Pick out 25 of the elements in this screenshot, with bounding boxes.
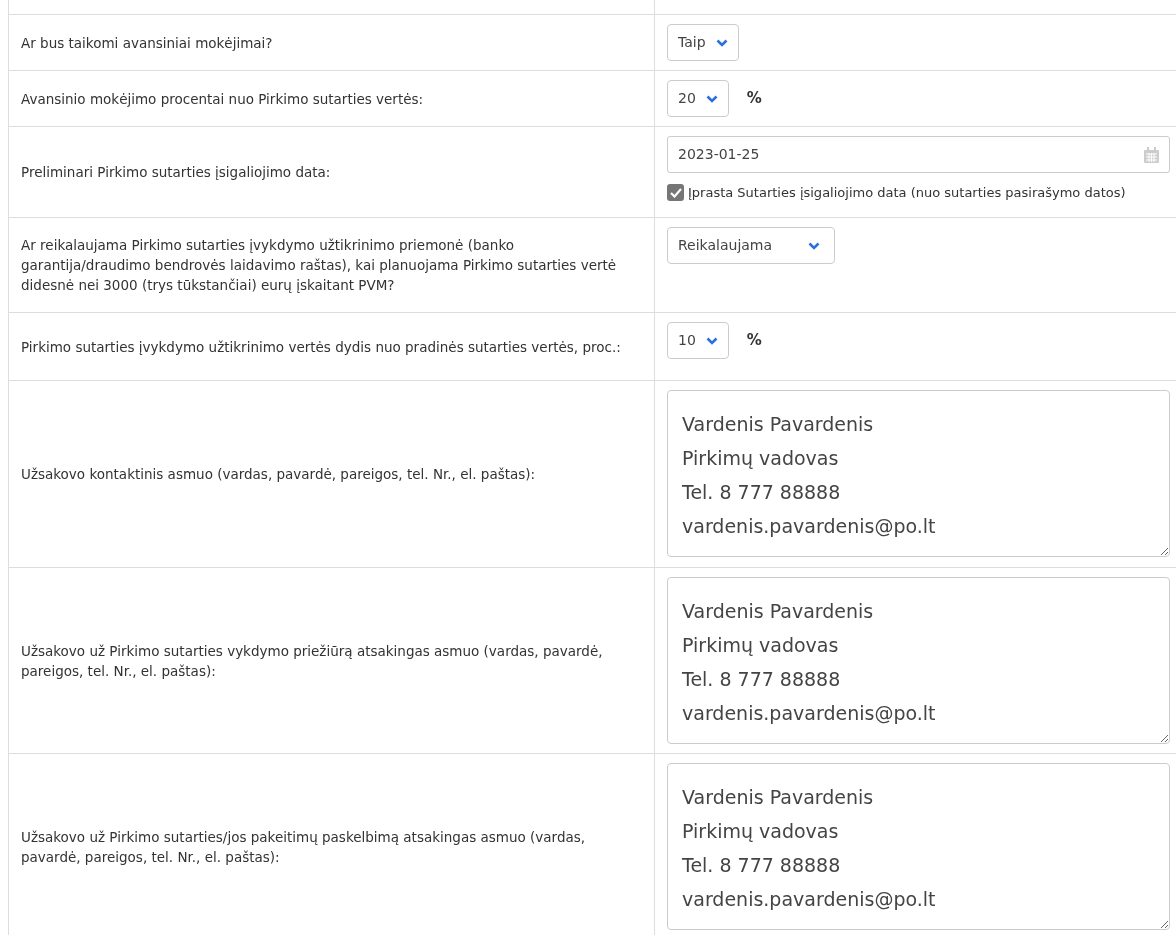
text-area[interactable]: Vardenis Pavardenis Pirkimų vadovas Tel. 8 777 88888 vardenis.pavardenis@po.lt bbox=[667, 577, 1170, 744]
checkbox[interactable] bbox=[667, 184, 684, 202]
select-field[interactable]: 10 bbox=[667, 322, 729, 359]
field-label: Ar bus taikomi avansiniai mokėjimai? bbox=[21, 33, 273, 53]
checkbox-label: Įprasta Sutarties įsigaliojimo data (nuo sutarties pasirašymo datos) bbox=[688, 184, 1126, 202]
date-field[interactable]: 2023-01-25 bbox=[667, 136, 1170, 173]
chevron-down-icon bbox=[705, 94, 718, 103]
percent-unit: % bbox=[746, 88, 762, 110]
select-field[interactable]: 20 bbox=[667, 80, 729, 117]
field-label: Užsakovo už Pirkimo sutarties vykdymo priežiūrą atsakingas asmuo (vardas, pavardė, pareigos, tel. Nr., el. paštas): bbox=[21, 641, 604, 681]
text-area[interactable]: Vardenis Pavardenis Pirkimų vadovas Tel. 8 777 88888 vardenis.pavardenis@po.lt bbox=[667, 763, 1170, 930]
chevron-down-icon bbox=[705, 336, 718, 345]
select-field[interactable]: Reikalaujama bbox=[667, 227, 835, 264]
field-label: Užsakovo už Pirkimo sutarties/jos pakeitimų paskelbimą atsakingas asmuo (vardas, pavardė, pareigos, tel. Nr., el. paštas): bbox=[21, 827, 587, 867]
field-label: Ar reikalaujama Pirkimo sutarties įvykdymo užtikrinimo priemonė (banko garantija/draudimo bendrovės laidavimo raštas), kai planuojama Pirkimo sutarties vertė didesnė nei 3000 (trys tūkstančiai) eurų įskaitant PVM? bbox=[21, 236, 618, 295]
field-label: Avansinio mokėjimo procentai nuo Pirkimo sutarties vertės: bbox=[21, 89, 424, 109]
field-label: Pirkimo sutarties įvykdymo užtikrinimo vertės dydis nuo pradinės sutarties vertės, proc.: bbox=[21, 337, 621, 357]
field-label: Užsakovo kontaktinis asmuo (vardas, pavardė, pareigos, tel. Nr., el. paštas): bbox=[21, 465, 536, 484]
text-area[interactable]: Vardenis Pavardenis Pirkimų vadovas Tel. 8 777 88888 vardenis.pavardenis@po.lt bbox=[667, 390, 1170, 557]
select-field[interactable]: Taip bbox=[667, 24, 739, 61]
chevron-down-icon bbox=[715, 38, 728, 47]
percent-unit: % bbox=[746, 330, 762, 352]
field-label: Preliminari Pirkimo sutarties įsigaliojimo data: bbox=[21, 163, 331, 182]
chevron-down-icon bbox=[808, 241, 820, 250]
calendar-icon bbox=[1144, 146, 1159, 163]
